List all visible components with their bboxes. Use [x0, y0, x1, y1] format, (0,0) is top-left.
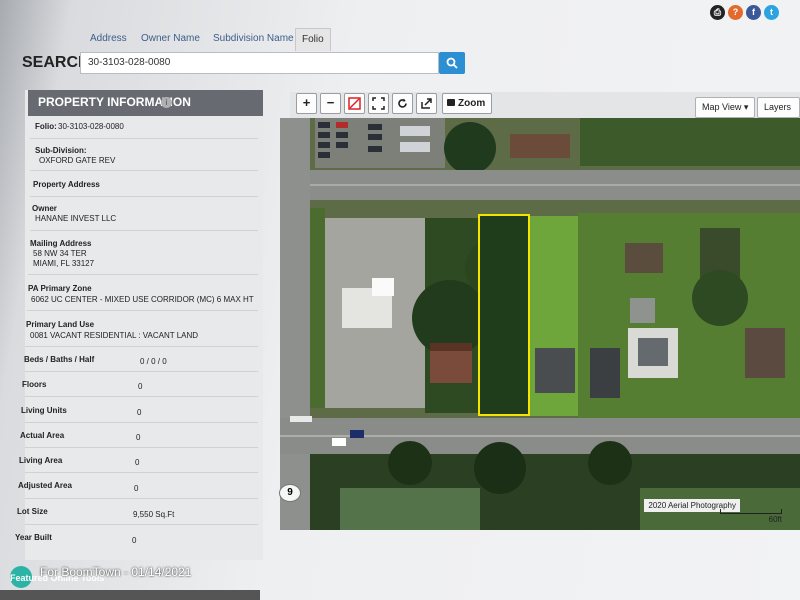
owner-label: Owner: [32, 204, 57, 213]
print-icon[interactable]: ⎙: [710, 5, 725, 20]
living-area-label: Living Area: [19, 456, 63, 465]
divider: [30, 230, 258, 231]
lot-size-label: Lot Size: [17, 507, 48, 516]
selected-parcel-outline[interactable]: [478, 214, 530, 416]
aerial-imagery: [280, 118, 800, 530]
property-info-panel: PROPERTY INFORMATION i Folio: 30-3103-02…: [15, 90, 263, 560]
adjusted-area-label: Adjusted Area: [18, 481, 72, 490]
living-units-label: Living Units: [21, 406, 67, 415]
tab-subdivision-name[interactable]: Subdivision Name: [207, 28, 300, 50]
beds-baths-label: Beds / Baths / Half: [24, 355, 95, 364]
share-bar: ⎙ ? f t: [710, 5, 790, 20]
share-map-button[interactable]: [416, 93, 437, 114]
zoom-label: Zoom: [458, 98, 486, 109]
adjusted-area-value: 0: [134, 484, 139, 493]
lock-icon: [447, 99, 455, 106]
panel-header: PROPERTY INFORMATION i: [28, 90, 263, 116]
divider: [25, 524, 258, 525]
plus-icon: +: [302, 95, 311, 110]
export-icon: [421, 98, 432, 109]
help-icon[interactable]: ?: [728, 5, 743, 20]
divider: [25, 396, 258, 397]
zoom-out-button[interactable]: −: [320, 93, 341, 114]
facebook-icon[interactable]: f: [746, 5, 761, 20]
divider: [25, 472, 258, 473]
divider: [25, 498, 258, 499]
route-marker: 9: [279, 484, 301, 502]
divider: [25, 371, 258, 372]
divider: [30, 138, 258, 139]
aerial-map[interactable]: 2020 Aerial Photography 60ft: [280, 118, 800, 530]
primary-land-use-value: 0081 VACANT RESIDENTIAL : VACANT LAND: [30, 331, 199, 340]
twitter-icon[interactable]: t: [764, 5, 779, 20]
divider: [25, 422, 258, 423]
zoom-button[interactable]: Zoom: [442, 93, 492, 114]
divider: [28, 274, 258, 275]
primary-zone-value: 6062 UC CENTER - MIXED USE CORRIDOR (MC)…: [31, 295, 254, 304]
divider: [25, 346, 258, 347]
beds-baths-value: 0 / 0 / 0: [140, 357, 167, 366]
divider: [30, 196, 258, 197]
living-units-value: 0: [137, 408, 142, 417]
lot-size-value: 9,550 Sq.Ft: [133, 510, 175, 519]
actual-area-value: 0: [136, 433, 141, 442]
owner-value: HANANE INVEST LLC: [35, 214, 117, 223]
extent-button[interactable]: [368, 93, 389, 114]
layers-dropdown[interactable]: Layers ▾: [757, 97, 800, 131]
tab-address[interactable]: Address: [84, 28, 133, 50]
subdivision-label: Sub-Division:: [35, 146, 87, 155]
actual-area-label: Actual Area: [20, 431, 65, 440]
refresh-icon: [398, 98, 407, 108]
tab-folio[interactable]: Folio: [295, 28, 331, 51]
search-input[interactable]: 30-3103-028-0080: [80, 52, 439, 74]
property-address-label: Property Address: [33, 180, 100, 189]
tab-owner-name[interactable]: Owner Name: [135, 28, 206, 50]
subdivision-value: OXFORD GATE REV: [39, 156, 116, 165]
search-icon: [446, 57, 458, 69]
mailing-address-line1: 58 NW 34 TER: [33, 249, 87, 258]
year-built-label: Year Built: [15, 533, 52, 542]
map-view-dropdown[interactable]: Map View ▾: [695, 97, 756, 118]
folio-label: Folio:: [35, 122, 57, 131]
folio-value: 30-3103-028-0080: [58, 122, 124, 131]
divider: [27, 310, 258, 311]
draw-button[interactable]: [344, 93, 365, 114]
pencil-icon: [348, 97, 361, 110]
minus-icon: −: [326, 95, 335, 110]
primary-land-use-label: Primary Land Use: [26, 320, 95, 329]
search-tabs: Address Owner Name Subdivision Name Foli…: [80, 24, 800, 51]
year-built-value: 0: [132, 536, 137, 545]
living-area-value: 0: [135, 458, 140, 467]
screen: ⎙ ? f t Address Owner Name Subdivision N…: [0, 0, 800, 600]
zoom-in-button[interactable]: +: [296, 93, 317, 114]
fullscreen-icon: [372, 97, 385, 110]
search-button[interactable]: [439, 52, 465, 74]
watermark-text: For BoomTown - 01/14/2021: [40, 565, 192, 579]
floors-label: Floors: [22, 380, 47, 389]
divider: [30, 170, 258, 171]
scale-bar: [720, 509, 782, 514]
search-row: SEARCH: 30-3103-028-0080: [14, 50, 800, 80]
primary-zone-label: PA Primary Zone: [28, 284, 92, 293]
divider: [25, 447, 258, 448]
mailing-address-label: Mailing Address: [30, 239, 92, 248]
info-icon[interactable]: i: [161, 97, 172, 108]
floors-value: 0: [138, 382, 143, 391]
refresh-button[interactable]: [392, 93, 413, 114]
scale-label: 60ft: [768, 515, 782, 524]
map-toolbar: + − Zoom Map View ▾ Layers: [290, 92, 800, 131]
bottom-toolbar: [0, 590, 260, 600]
mailing-address-line2: MIAMI, FL 33127: [33, 259, 95, 268]
